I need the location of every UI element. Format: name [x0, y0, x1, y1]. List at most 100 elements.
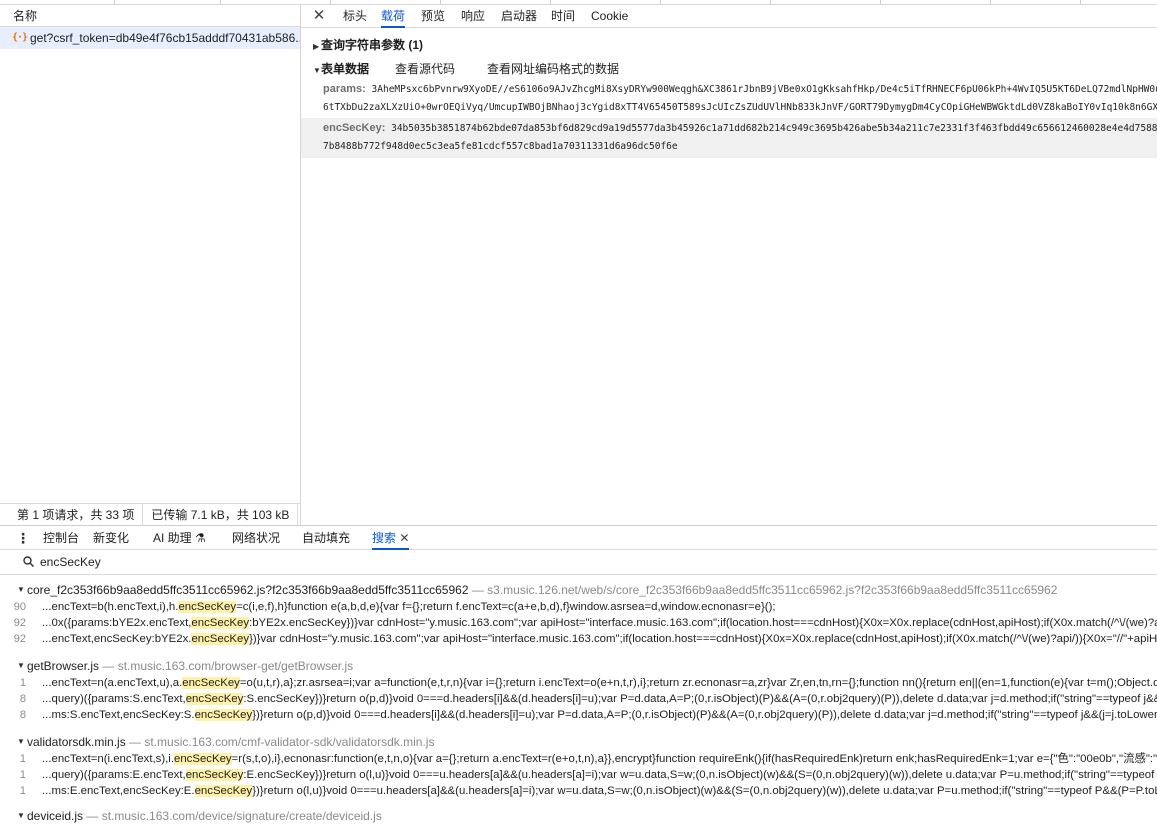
- request-count-text: 第 1 项请求，共 33 项: [0, 504, 144, 525]
- result-file-name: getBrowser.js — st.music.163.com/browser…: [27, 657, 353, 675]
- detail-tabbar: ✕ 标头 载荷 预览 响应 启动器 时间 Cookie: [301, 5, 1157, 28]
- match-prefix: ...query)({params:E.encText,: [42, 769, 186, 781]
- transfer-size-text: 已传输 7.1 kB，共 103 kB: [143, 504, 299, 525]
- close-icon[interactable]: ✕: [311, 8, 327, 24]
- tab-cookies[interactable]: Cookie: [591, 5, 628, 28]
- match-highlight: encSecKey: [194, 709, 253, 721]
- match-code: ...query)({params:E.encText,encSecKey:E.…: [42, 767, 1157, 783]
- expand-down-icon: ▼: [17, 737, 25, 746]
- fetch-request-icon: {·}: [12, 32, 28, 43]
- drawer-tab-network-conditions[interactable]: 网络状况: [232, 526, 280, 550]
- tab-headers[interactable]: 标头: [343, 5, 367, 28]
- match-highlight: encSecKey: [191, 617, 250, 629]
- match-prefix: ...encText,encSecKey:bYE2x.: [42, 633, 192, 645]
- params-key: params:: [323, 83, 366, 95]
- match-highlight: encSecKey: [182, 677, 240, 689]
- result-file-url: — st.music.163.com/browser-get/getBrowse…: [102, 659, 354, 673]
- search-bar: [0, 550, 1157, 575]
- search-input[interactable]: [40, 550, 540, 575]
- search-result-group: ▼ validatorsdk.min.js — st.music.163.com/…: [0, 733, 1157, 799]
- params-field[interactable]: params: 3AheMPsxc6bPvnrw9XyoDE//eS6106o9…: [301, 79, 1157, 119]
- drawer-tab-search[interactable]: 搜索 ✕: [372, 526, 410, 550]
- match-code: ...ms:S.encText,encSecKey:S.encSecKey})}…: [42, 707, 1157, 723]
- line-number: 92: [13, 633, 26, 645]
- result-file-header[interactable]: ▼ deviceid.js — st.music.163.com/device/s…: [0, 807, 1157, 825]
- match-suffix: =c(i,e,f),h}function e(a,b,d,e){var f={}…: [236, 601, 776, 613]
- match-highlight: encSecKey: [185, 693, 244, 705]
- result-match-line[interactable]: 1 ...ms:E.encText,encSecKey:E.encSecKey})…: [0, 783, 1157, 799]
- match-suffix: })}return o(p,d)}void 0===d.headers[i]&&…: [252, 709, 1157, 721]
- match-prefix: ...encText=n(i.encText,s),i.: [42, 753, 174, 765]
- match-suffix: =r(s,t,o),i},ecnonasr:function(e,t,n,o){…: [231, 753, 1157, 765]
- result-file-label: core_f2c353f66b9aa8edd5ffc3511cc65962.js…: [27, 583, 472, 597]
- result-file-header[interactable]: ▼ core_f2c353f66b9aa8edd5ffc3511cc65962.j…: [0, 581, 1157, 599]
- result-match-line[interactable]: 1 ...query)({params:E.encText,encSecKey:E…: [0, 767, 1157, 783]
- more-vertical-icon[interactable]: ⋮: [16, 530, 30, 546]
- form-data-section-toggle[interactable]: ▼表单数据: [313, 60, 369, 77]
- match-prefix: ...encText=n(a.encText,u),a.: [42, 677, 183, 689]
- match-highlight: encSecKey: [191, 633, 250, 645]
- request-list-pane: 名称 {·} get?csrf_token=db49e4f76cb15adddf…: [0, 5, 301, 525]
- request-row-selected[interactable]: {·} get?csrf_token=db49e4f76cb15adddf704…: [0, 27, 300, 49]
- result-file-label: deviceid.js: [27, 809, 87, 823]
- params-value-line-1: 3AheMPsxc6bPvnrw9XyoDE//eS6106o9AJvZhcgM…: [371, 84, 1157, 95]
- request-name: get?csrf_token=db49e4f76cb15adddf70431ab…: [30, 31, 300, 45]
- tab-initiator[interactable]: 启动器: [501, 5, 537, 28]
- match-prefix: ...0x({params:bYE2x.encText,: [42, 617, 192, 629]
- line-number: 8: [19, 709, 26, 721]
- enc-sec-key-value-line-2: 7b8488b772f948d0ec5c3ea5fe81cdcf557c8bad…: [323, 141, 678, 152]
- result-file-header[interactable]: ▼ getBrowser.js — st.music.163.com/browse…: [0, 657, 1157, 675]
- view-url-encoded-link[interactable]: 查看网址编码格式的数据: [487, 60, 619, 77]
- match-highlight: encSecKey: [178, 601, 237, 613]
- network-status-bar: 第 1 项请求，共 33 项已传输 7.1 kB，共 103 kB月: [0, 503, 300, 525]
- line-number: 8: [19, 693, 26, 705]
- match-suffix: :E.encSecKey})}return o(l,u)}void 0===u.…: [243, 769, 1157, 781]
- drawer-tab-whats-new[interactable]: 新变化: [93, 526, 129, 550]
- expand-down-icon: ▼: [17, 585, 25, 594]
- tab-timing[interactable]: 时间: [551, 5, 575, 28]
- resource-size-text: 月: [298, 504, 300, 525]
- drawer-tab-ai-assistant[interactable]: AI 助理 ⚗: [153, 526, 206, 550]
- result-file-label: getBrowser.js: [27, 659, 103, 673]
- result-match-line[interactable]: 1 ...encText=n(i.encText,s),i.encSecKey=r…: [0, 751, 1157, 767]
- match-suffix: :S.encSecKey})}return o(p,d)}void 0===d.…: [243, 693, 1157, 705]
- search-results: ▼ core_f2c353f66b9aa8edd5ffc3511cc65962.j…: [0, 577, 1157, 829]
- result-match-line[interactable]: 90 ...encText=b(h.encText,i),h.encSecKey=…: [0, 599, 1157, 615]
- tab-preview[interactable]: 预览: [421, 5, 445, 28]
- name-column-header[interactable]: 名称: [0, 5, 300, 27]
- drawer-tab-console[interactable]: 控制台: [43, 526, 79, 550]
- match-code: ...ms:E.encText,encSecKey:E.encSecKey})}…: [42, 783, 1157, 799]
- result-match-line[interactable]: 8 ...query)({params:S.encText,encSecKey:S…: [0, 691, 1157, 707]
- result-file-name: core_f2c353f66b9aa8edd5ffc3511cc65962.js…: [27, 581, 1057, 599]
- result-match-line[interactable]: 92 ...encText,encSecKey:bYE2x.encSecKey})…: [0, 631, 1157, 647]
- result-file-header[interactable]: ▼ validatorsdk.min.js — st.music.163.com/…: [0, 733, 1157, 751]
- match-code: ...encText=b(h.encText,i),h.encSecKey=c(…: [42, 599, 776, 615]
- tab-response[interactable]: 响应: [461, 5, 485, 28]
- close-tab-icon[interactable]: ✕: [399, 531, 409, 545]
- view-source-link[interactable]: 查看源代码: [395, 60, 455, 77]
- result-match-line[interactable]: 8 ...ms:S.encText,encSecKey:S.encSecKey})…: [0, 707, 1157, 723]
- result-file-label: validatorsdk.min.js: [27, 735, 130, 749]
- result-match-line[interactable]: 1 ...encText=n(a.encText,u),a.encSecKey=o…: [0, 675, 1157, 691]
- search-result-group: ▼ core_f2c353f66b9aa8edd5ffc3511cc65962.j…: [0, 581, 1157, 647]
- line-number: 1: [19, 769, 26, 781]
- result-match-line[interactable]: 92 ...0x({params:bYE2x.encText,encSecKey:…: [0, 615, 1157, 631]
- expand-down-icon: ▼: [17, 811, 25, 820]
- match-code: ...encText=n(a.encText,u),a.encSecKey=o(…: [42, 675, 1157, 691]
- match-suffix: =o(u,t,r),a};zr.asrsea=i;var a=function(…: [239, 677, 1157, 689]
- enc-sec-key-field[interactable]: encSecKey: 34b5035b3851874b62bde07da853b…: [301, 118, 1157, 158]
- result-file-name: validatorsdk.min.js — st.music.163.com/c…: [27, 733, 434, 751]
- match-suffix: })}var cdnHost="y.music.163.com";var api…: [249, 633, 1157, 645]
- match-highlight: encSecKey: [174, 753, 232, 765]
- params-value-line-2: 6tTXbDu2zaXLXzUiO+0wrOEQiVyq/UmcupIWBOjB…: [323, 102, 1157, 113]
- query-params-section-toggle[interactable]: ▶ 查询字符串参数 (1): [313, 36, 423, 53]
- drawer-tabbar: ⋮ 控制台 新变化 AI 助理 ⚗ 网络状况 自动填充 搜索 ✕: [0, 525, 1157, 550]
- match-prefix: ...ms:E.encText,encSecKey:E.: [42, 785, 195, 797]
- line-number: 92: [13, 617, 26, 629]
- match-code: ...0x({params:bYE2x.encText,encSecKey:bY…: [42, 615, 1157, 631]
- expand-right-icon: ▶: [313, 42, 320, 51]
- search-icon: [23, 556, 34, 567]
- tab-payload[interactable]: 载荷: [381, 5, 406, 28]
- drawer-tab-autofill[interactable]: 自动填充: [302, 526, 350, 550]
- line-number: 90: [13, 601, 26, 613]
